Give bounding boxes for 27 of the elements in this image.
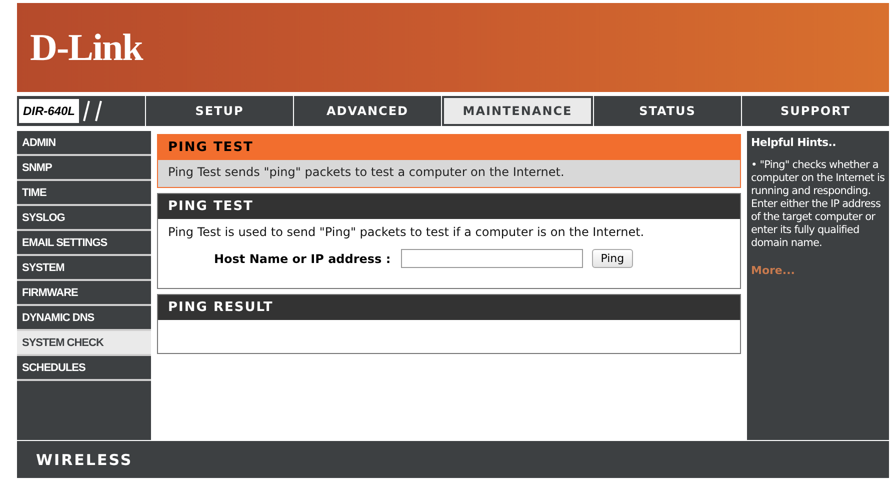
sidebar-item[interactable]: SCHEDULES xyxy=(17,356,151,381)
sidebar-item[interactable]: SYSLOG xyxy=(17,206,151,231)
sidebar-item[interactable]: SYSTEM CHECK xyxy=(17,331,151,356)
section-title: PING TEST xyxy=(158,135,740,160)
sidebar-item[interactable]: ADMIN xyxy=(17,131,151,156)
hint-text: • "Ping" checks whether a computer on the Internet is running and responding. Enter either the IP address of the target computer or enter its fully qualified domain name. xyxy=(751,159,885,250)
section-title: PING TEST xyxy=(158,194,740,219)
sidebar-item[interactable]: EMAIL SETTINGS xyxy=(17,231,151,256)
nav-tab[interactable]: SETUP xyxy=(146,96,293,126)
sidebar-item[interactable]: SNMP xyxy=(17,156,151,181)
field-label: Host Name or IP address : xyxy=(214,252,391,266)
section-title: PING RESULT xyxy=(158,295,740,320)
intro-text: Ping Test sends "ping" packets to test a computer on the Internet. xyxy=(167,164,566,181)
sidebar-item[interactable]: FIRMWARE xyxy=(17,281,151,306)
ping-button[interactable]: Ping xyxy=(592,249,634,268)
nav-tab[interactable]: STATUS xyxy=(594,96,741,126)
nav-tab[interactable]: SUPPORT xyxy=(742,96,889,126)
description-text: Ping Test is used to send "Ping" packets to test if a computer is on the Internet. xyxy=(167,224,646,241)
host-input-field[interactable] xyxy=(400,249,583,268)
hints-title: Helpful Hints.. xyxy=(751,136,837,149)
sidebar-item[interactable]: SYSTEM xyxy=(17,256,151,281)
model-name: DIR-640L xyxy=(19,99,80,123)
footer-brand: WIRELESS xyxy=(36,450,133,468)
sidebar-item[interactable]: TIME xyxy=(17,181,151,206)
nav-tab[interactable]: MAINTENANCE xyxy=(442,96,593,126)
nav-tab[interactable]: ADVANCED xyxy=(294,96,441,126)
logo: D-Link xyxy=(30,26,142,70)
